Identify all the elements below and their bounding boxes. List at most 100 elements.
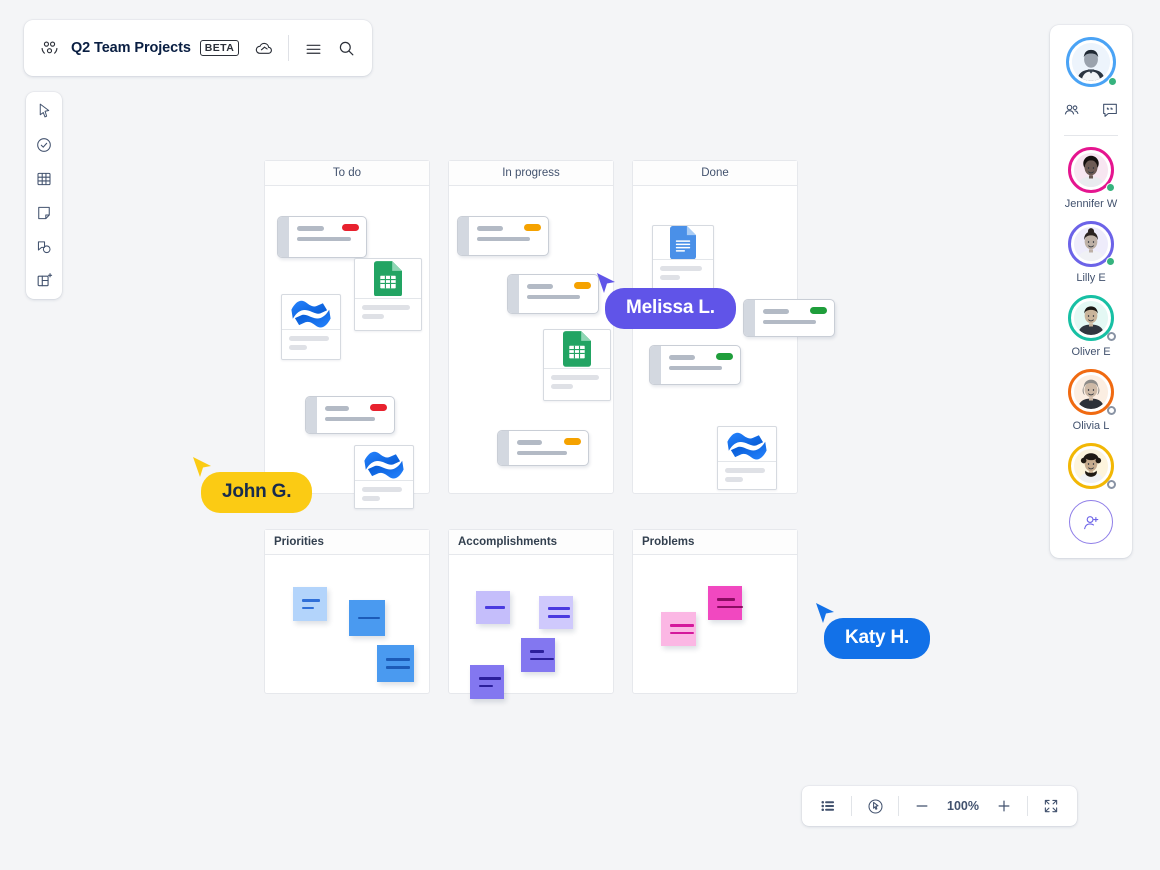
task-card-text-line (477, 236, 530, 241)
task-card-body (661, 346, 740, 384)
file-card-google-sheets[interactable] (543, 329, 611, 401)
file-card-text-line (362, 486, 402, 492)
sticky-note[interactable] (293, 587, 327, 621)
collaborator-name: Oliver E (1071, 346, 1111, 358)
self-avatar[interactable] (1066, 37, 1117, 87)
task-card-body (289, 217, 366, 257)
avatar[interactable] (1068, 443, 1116, 489)
task-card-text-line (763, 319, 816, 324)
task-card-label-tag (574, 282, 591, 289)
toolbar-divider-2 (898, 796, 899, 816)
comment-quote-icon[interactable] (1097, 97, 1123, 123)
sticky-note[interactable] (349, 600, 385, 636)
task-card-text-line (517, 440, 543, 445)
file-card-confluence[interactable] (717, 426, 777, 490)
file-card-google-docs[interactable] (652, 225, 714, 291)
task-card[interactable] (743, 299, 835, 337)
sticky-note[interactable] (377, 645, 414, 682)
file-card-meta (355, 298, 421, 330)
google-sheets-icon (544, 330, 610, 368)
zoom-out-button[interactable] (909, 793, 935, 819)
collaborator-oliver-e[interactable]: Oliver E (1068, 295, 1116, 358)
frame-to-do[interactable]: To do (264, 160, 430, 509)
file-card-google-sheets[interactable] (354, 258, 422, 331)
collaborator-lilly-e[interactable]: Lilly E (1068, 221, 1115, 284)
task-card-color-strip (278, 217, 289, 257)
frame-problems[interactable]: Problems (632, 529, 798, 694)
collaborator-olivia-l[interactable]: Olivia L (1068, 369, 1116, 432)
board-app: Q2 Team Projects BETA To do In progress … (0, 0, 1160, 870)
avatar[interactable] (1068, 369, 1116, 415)
select-tool[interactable] (30, 98, 58, 123)
hamburger-menu-icon[interactable] (301, 35, 325, 61)
sticky-note-text-line (670, 631, 694, 635)
sticky-note-text-line (548, 607, 570, 610)
task-tool[interactable] (30, 132, 58, 157)
frame-accomplishments[interactable]: Accomplishments (448, 529, 614, 699)
frame-title: Priorities (265, 530, 429, 555)
sticky-note[interactable] (539, 596, 573, 629)
task-card-body (755, 300, 834, 336)
file-card-confluence[interactable] (354, 445, 414, 509)
avatar[interactable] (1067, 147, 1115, 193)
frame-title: Accomplishments (449, 530, 613, 555)
task-card[interactable] (497, 430, 589, 466)
cursor-name-label: Melissa L. (605, 288, 736, 329)
file-card-text-line (362, 314, 384, 319)
task-card-text-line (763, 309, 790, 314)
task-card[interactable] (277, 216, 367, 258)
frame-priorities[interactable]: Priorities (264, 529, 430, 694)
sticky-note-text-line (302, 598, 320, 602)
sticky-note[interactable] (476, 591, 510, 624)
sticky-note[interactable] (661, 612, 696, 646)
frame-body (449, 555, 613, 699)
task-card-text-line (517, 450, 568, 455)
board-header: Q2 Team Projects BETA (24, 20, 372, 76)
presence-dot-idle (1107, 406, 1116, 415)
file-card-text-line (725, 476, 743, 482)
task-card[interactable] (649, 345, 741, 385)
task-card-label-tag (716, 353, 733, 360)
add-frame-tool[interactable] (30, 268, 58, 293)
fit-screen-button[interactable] (1038, 793, 1064, 819)
search-icon[interactable] (334, 35, 358, 61)
task-card[interactable] (507, 274, 599, 314)
collaborators-panel: Jennifer W Lilly E Oliver E Olivia L (1050, 25, 1132, 558)
task-card[interactable] (305, 396, 395, 434)
sticky-note-text-line (548, 615, 570, 618)
file-card-confluence[interactable] (281, 294, 341, 360)
frame-body (449, 186, 613, 493)
file-card-text-line (362, 305, 410, 310)
sticky-note-tool[interactable] (30, 200, 58, 225)
task-card-text-line (297, 226, 324, 231)
frame-title: Problems (633, 530, 797, 555)
pointer-circle-icon[interactable] (862, 793, 888, 819)
file-card-text-line (362, 495, 380, 501)
file-card-text-line (660, 275, 680, 281)
list-view-icon[interactable] (815, 793, 841, 819)
task-card-body (469, 217, 548, 255)
avatar[interactable] (1068, 295, 1116, 341)
add-person-button[interactable] (1069, 500, 1113, 544)
frame-in-progress[interactable]: In progress (448, 160, 614, 494)
task-card[interactable] (457, 216, 549, 256)
cloud-sync-icon[interactable] (252, 35, 276, 61)
sticky-note[interactable] (470, 665, 504, 699)
frame-body (265, 555, 429, 693)
toolbar-divider-3 (1027, 796, 1028, 816)
table-tool[interactable] (30, 166, 58, 191)
collaborator-extra[interactable] (1068, 443, 1116, 494)
panel-divider (1064, 135, 1118, 136)
people-group-icon[interactable] (1059, 97, 1085, 123)
collaborator-jennifer-w[interactable]: Jennifer W (1065, 147, 1117, 210)
sticky-note-text-line (530, 657, 554, 661)
cursor-name-label: Katy H. (824, 618, 931, 659)
sticky-note-text-line (358, 616, 380, 620)
shapes-tool[interactable] (30, 234, 58, 259)
presence-dot-online (1105, 183, 1115, 192)
sticky-note[interactable] (708, 586, 743, 620)
avatar[interactable] (1068, 221, 1115, 267)
sticky-note[interactable] (521, 638, 555, 672)
zoom-in-button[interactable] (991, 793, 1017, 819)
google-docs-icon (653, 226, 713, 260)
